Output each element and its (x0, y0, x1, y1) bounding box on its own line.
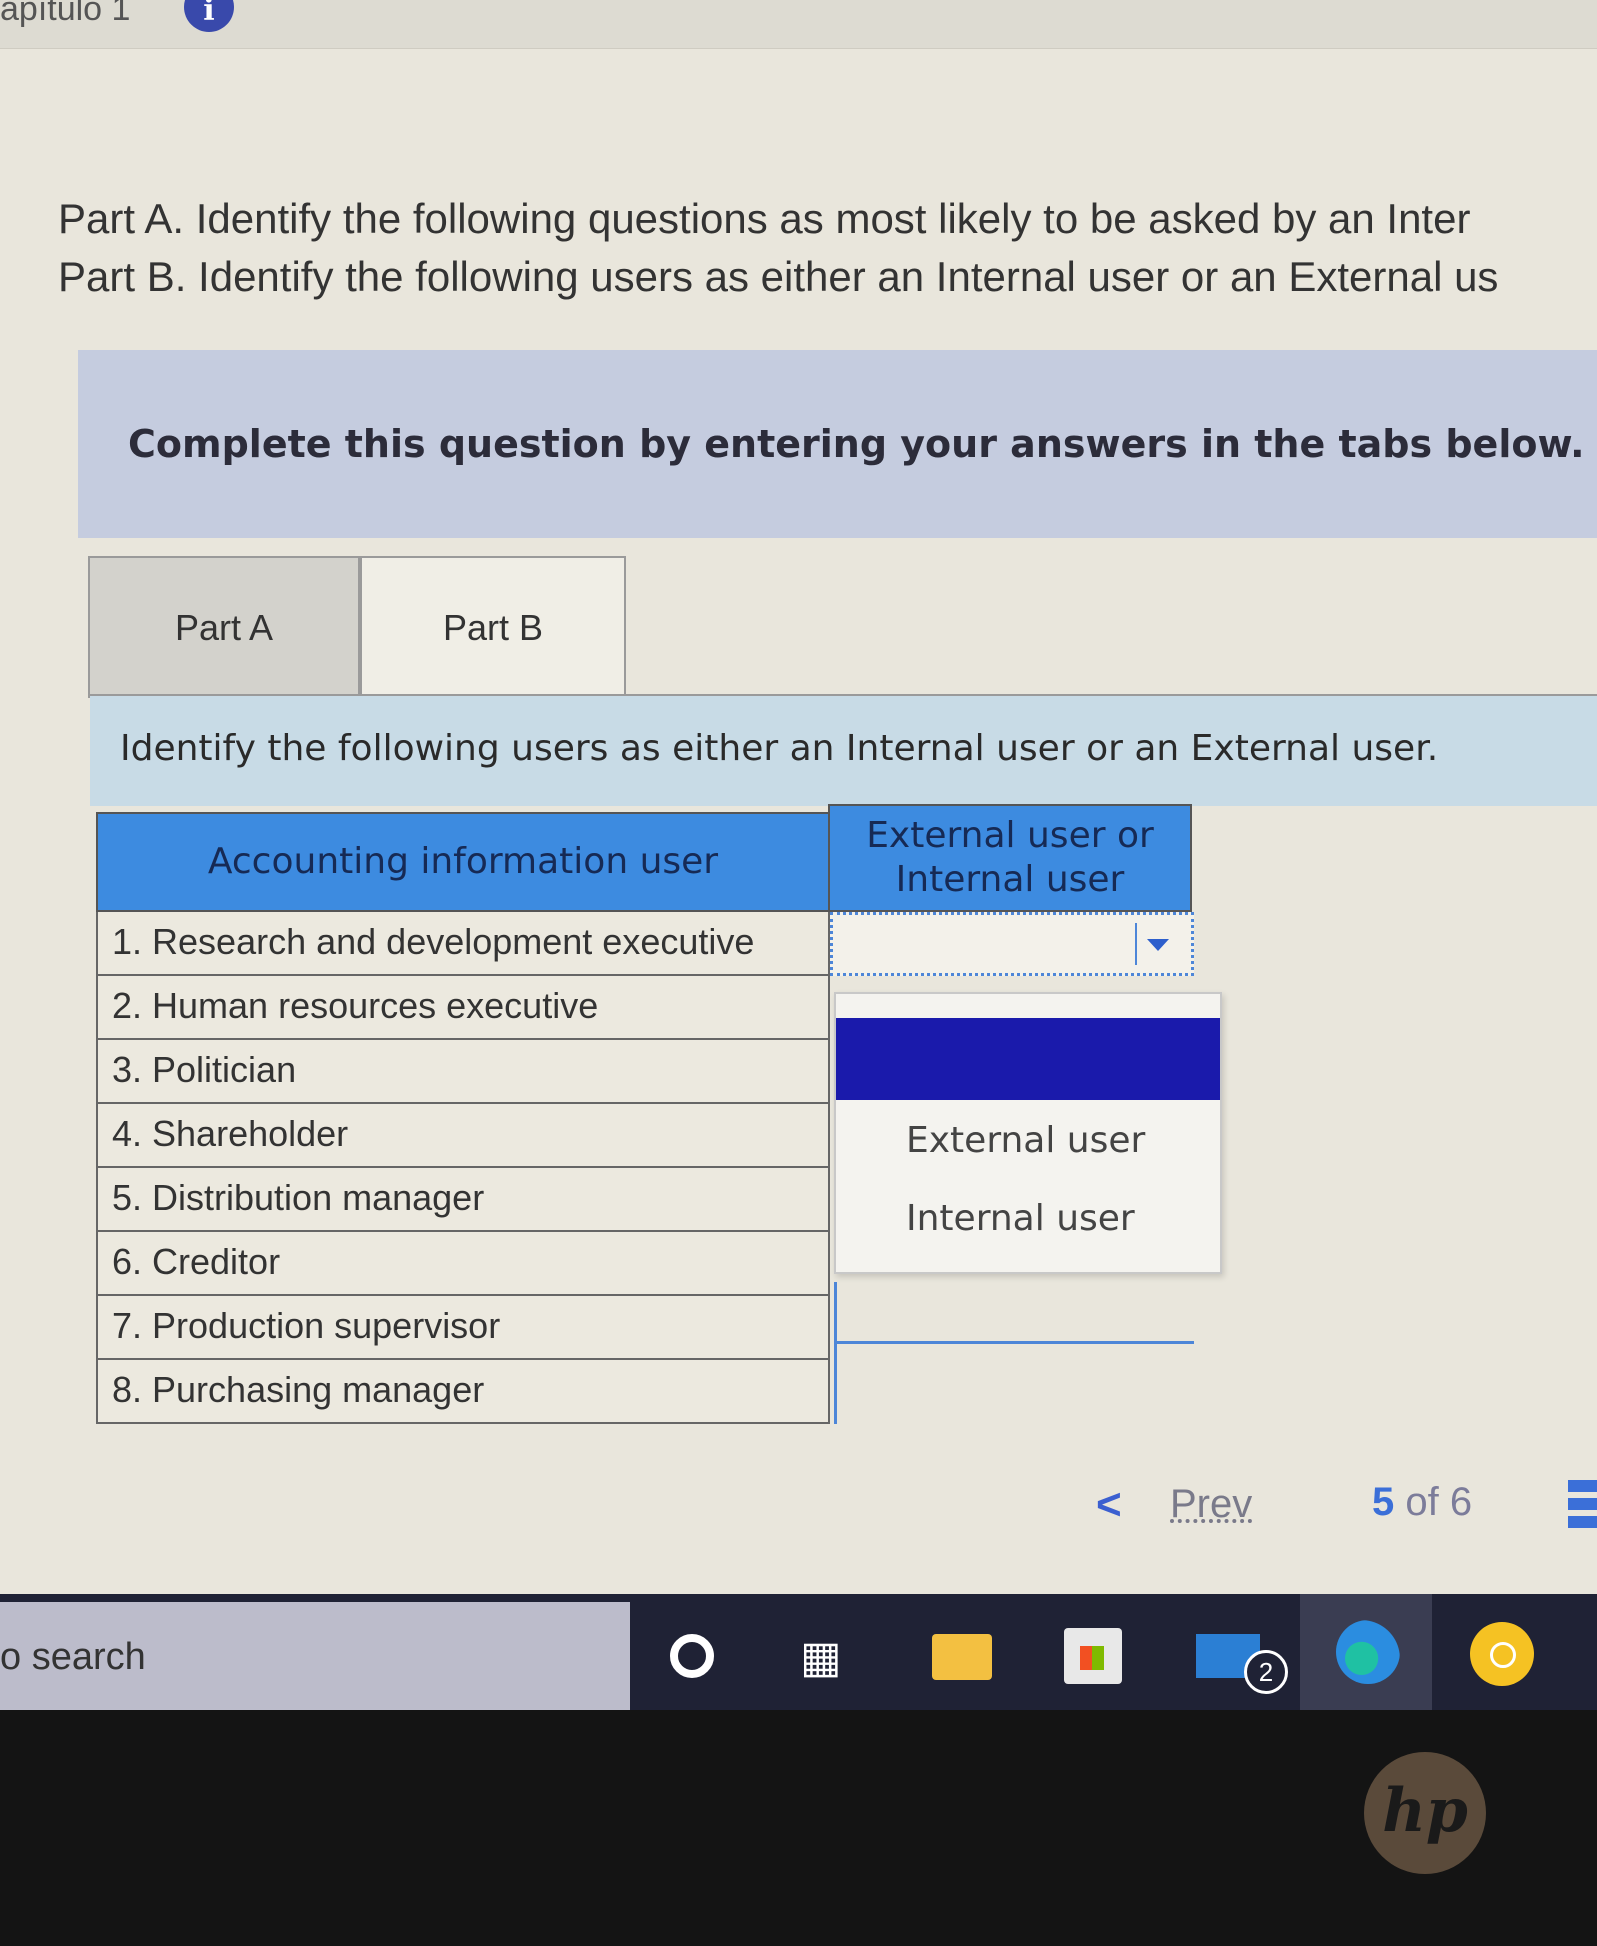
instructions: Part A. Identify the following questions… (58, 190, 1498, 306)
banner-text: Complete this question by entering your … (128, 422, 1585, 466)
hp-logo: hp (1364, 1752, 1486, 1874)
table-row: 1. Research and development executive (96, 912, 830, 976)
chapter-title: apítulo 1 (0, 0, 131, 28)
column-header-user: Accounting information user (96, 812, 830, 912)
edge-browser-icon[interactable] (1336, 1620, 1400, 1684)
total-pages: 6 (1449, 1480, 1473, 1524)
instruction-part-a: Part A. Identify the following questions… (58, 195, 1471, 242)
table-row: 3. Politician (96, 1040, 830, 1104)
page-count: 5 of 6 (1372, 1480, 1472, 1525)
mail-badge: 2 (1244, 1650, 1288, 1694)
table-row: 6. Creditor (96, 1232, 830, 1296)
current-page: 5 (1372, 1480, 1395, 1524)
answer-select-8[interactable] (834, 1344, 1194, 1424)
search-text: o search (0, 1636, 146, 1678)
subheading-text: Identify the following users as either a… (120, 728, 1439, 769)
info-icon[interactable]: i (184, 0, 234, 32)
table-row: 4. Shareholder (96, 1104, 830, 1168)
column-header-type: External user or Internal user (828, 804, 1192, 912)
instruction-part-b: Part B. Identify the following users as … (58, 253, 1499, 300)
cortana-icon[interactable] (670, 1634, 714, 1678)
top-bar: apítulo 1 i (0, 0, 1597, 49)
windows-taskbar: o search ▦ 2 (0, 1594, 1597, 1710)
instruction-banner: Complete this question by entering your … (78, 350, 1597, 538)
answer-dropdown-list: External user Internal user (834, 992, 1222, 1274)
question-subheading: Identify the following users as either a… (90, 696, 1597, 806)
of-label: of (1405, 1480, 1439, 1524)
table-row: 2. Human resources executive (96, 976, 830, 1040)
store-icon[interactable] (1064, 1628, 1122, 1684)
chevron-down-icon[interactable] (1135, 923, 1181, 965)
answer-select-1[interactable] (830, 912, 1194, 976)
dropdown-option-internal[interactable]: Internal user (836, 1178, 1220, 1260)
dropdown-option-blank[interactable] (836, 1018, 1220, 1100)
taskbar-search[interactable]: o search (0, 1602, 630, 1710)
tab-part-a[interactable]: Part A (88, 556, 360, 698)
answer-select-7[interactable] (834, 1282, 1194, 1344)
chrome-icon[interactable] (1470, 1622, 1534, 1686)
dropdown-option-external[interactable]: External user (836, 1100, 1220, 1182)
prev-link[interactable]: Prev (1170, 1482, 1252, 1527)
grid-icon[interactable] (1568, 1480, 1597, 1532)
monitor-bezel (0, 1710, 1597, 1946)
tab-part-b[interactable]: Part B (360, 556, 626, 698)
chevron-left-icon[interactable]: < (1096, 1480, 1122, 1530)
table-row: 8. Purchasing manager (96, 1360, 830, 1424)
task-view-icon[interactable]: ▦ (800, 1632, 856, 1688)
file-explorer-icon[interactable] (932, 1634, 992, 1680)
table-row: 7. Production supervisor (96, 1296, 830, 1360)
table-row: 5. Distribution manager (96, 1168, 830, 1232)
